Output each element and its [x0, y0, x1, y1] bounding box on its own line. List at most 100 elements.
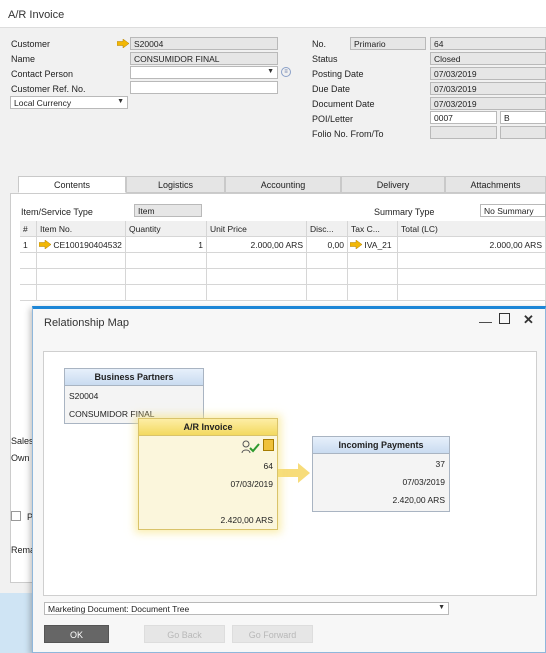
payment-date: 07/03/2019	[402, 477, 445, 487]
payment-number: 37	[435, 459, 445, 469]
item-no-value: CE100190404532	[53, 240, 122, 250]
name-field[interactable]: CONSUMIDOR FINAL	[130, 52, 278, 65]
empty-row[interactable]	[20, 253, 37, 269]
row-number: 1	[20, 237, 37, 253]
lock-icon	[263, 439, 274, 451]
link-arrow-icon	[349, 239, 363, 250]
approved-user-icon	[241, 440, 261, 456]
link-arrow-icon	[38, 239, 52, 250]
tax-code-value: IVA_21	[364, 240, 392, 250]
empty-cell[interactable]	[398, 253, 546, 269]
col-header-tax-code[interactable]: Tax C...	[348, 221, 398, 237]
customer-ref-field[interactable]	[130, 81, 278, 94]
item-type-select[interactable]: Item	[134, 204, 202, 217]
due-date-label: Due Date	[312, 84, 351, 94]
unit-price-cell[interactable]: 2.000,00 ARS	[207, 237, 307, 253]
total-cell[interactable]: 2.000,00 ARS	[398, 237, 546, 253]
tab-logistics[interactable]: Logistics	[126, 176, 225, 193]
empty-cell[interactable]	[307, 253, 348, 269]
empty-cell[interactable]	[207, 253, 307, 269]
business-partners-card[interactable]: Business Partners S20004 CONSUMIDOR FINA…	[64, 368, 204, 424]
contact-person-label: Contact Person	[11, 69, 74, 79]
go-back-button[interactable]: Go Back	[144, 625, 225, 643]
ar-invoice-card[interactable]: A/R Invoice 64 07/03/2019 2.420,00 ARS	[138, 418, 278, 530]
empty-cell[interactable]	[398, 285, 546, 301]
link-arrow-icon[interactable]	[116, 38, 130, 50]
quantity-cell[interactable]: 1	[126, 237, 207, 253]
poi-letter-label: POI/Letter	[312, 114, 354, 124]
col-header-unit-price[interactable]: Unit Price	[207, 221, 307, 237]
empty-cell[interactable]	[307, 269, 348, 285]
empty-row[interactable]	[20, 269, 37, 285]
empty-cell[interactable]	[348, 269, 398, 285]
summary-type-select[interactable]: No Summary	[480, 204, 546, 217]
empty-cell[interactable]	[126, 253, 207, 269]
empty-cell[interactable]	[126, 269, 207, 285]
bp-code: S20004	[69, 391, 99, 401]
discount-cell[interactable]: 0,00	[307, 237, 348, 253]
folio-from-field[interactable]	[430, 126, 497, 139]
document-date-label: Document Date	[312, 99, 375, 109]
ar-invoice-title: A/R Invoice	[139, 419, 277, 436]
series-field[interactable]: Primario	[350, 37, 426, 50]
name-label: Name	[11, 54, 36, 64]
close-icon[interactable]: ✕	[523, 312, 534, 328]
col-header-quantity[interactable]: Quantity	[126, 221, 207, 237]
relationship-canvas: Business Partners S20004 CONSUMIDOR FINA…	[43, 351, 537, 596]
business-partners-title: Business Partners	[65, 369, 203, 386]
empty-cell[interactable]	[207, 285, 307, 301]
view-mode-select[interactable]: Marketing Document: Document Tree	[44, 602, 449, 615]
tax-code-cell[interactable]: IVA_21	[348, 237, 398, 253]
relationship-map-title: Relationship Map	[44, 317, 129, 329]
tab-delivery[interactable]: Delivery	[341, 176, 445, 193]
currency-select[interactable]: Local Currency	[10, 96, 128, 109]
relationship-map-window: Relationship Map — ✕ Business Partners S…	[32, 306, 546, 653]
empty-cell[interactable]	[37, 269, 126, 285]
invoice-date: 07/03/2019	[230, 479, 273, 489]
doc-number-field[interactable]: 64	[430, 37, 546, 50]
empty-cell[interactable]	[398, 269, 546, 285]
document-date-field[interactable]: 07/03/2019	[430, 97, 546, 110]
item-type-label: Item/Service Type	[21, 207, 93, 217]
maximize-icon[interactable]	[499, 313, 510, 324]
tab-attachments[interactable]: Attachments	[445, 176, 546, 193]
tab-contents[interactable]: Contents	[18, 176, 126, 193]
minimize-icon[interactable]: —	[479, 314, 492, 329]
incoming-payments-card[interactable]: Incoming Payments 37 07/03/2019 2.420,00…	[312, 436, 450, 512]
status-label: Status	[312, 54, 338, 64]
col-header-num[interactable]: #	[20, 221, 37, 237]
folio-label: Folio No. From/To	[312, 129, 384, 139]
empty-cell[interactable]	[37, 253, 126, 269]
empty-row[interactable]	[20, 285, 37, 301]
contact-person-select[interactable]	[130, 66, 278, 79]
no-label: No.	[312, 39, 327, 49]
tab-accounting[interactable]: Accounting	[225, 176, 341, 193]
window-title: A/R Invoice	[0, 0, 546, 28]
invoice-amount: 2.420,00 ARS	[220, 515, 273, 525]
col-header-discount[interactable]: Disc...	[307, 221, 348, 237]
link-arrow-graphic	[276, 463, 310, 483]
status-field[interactable]: Closed	[430, 52, 546, 65]
poi-field[interactable]: 0007	[430, 111, 497, 124]
folio-to-field[interactable]	[500, 126, 546, 139]
payment-amount: 2.420,00 ARS	[392, 495, 445, 505]
checkbox[interactable]	[11, 511, 21, 521]
empty-cell[interactable]	[348, 285, 398, 301]
empty-cell[interactable]	[37, 285, 126, 301]
col-header-total[interactable]: Total (LC)	[398, 221, 546, 237]
sales-employee-label: Sales	[11, 436, 34, 446]
go-forward-button[interactable]: Go Forward	[232, 625, 313, 643]
col-header-item-no[interactable]: Item No.	[37, 221, 126, 237]
empty-cell[interactable]	[348, 253, 398, 269]
ok-button[interactable]: OK	[44, 625, 109, 643]
item-no-cell[interactable]: CE100190404532	[37, 237, 126, 253]
posting-date-field[interactable]: 07/03/2019	[430, 67, 546, 80]
empty-cell[interactable]	[126, 285, 207, 301]
due-date-field[interactable]: 07/03/2019	[430, 82, 546, 95]
empty-cell[interactable]	[207, 269, 307, 285]
contact-info-icon[interactable]: ≡	[281, 67, 291, 77]
letter-field[interactable]: B	[500, 111, 546, 124]
customer-field[interactable]: S20004	[130, 37, 278, 50]
posting-date-label: Posting Date	[312, 69, 364, 79]
empty-cell[interactable]	[307, 285, 348, 301]
